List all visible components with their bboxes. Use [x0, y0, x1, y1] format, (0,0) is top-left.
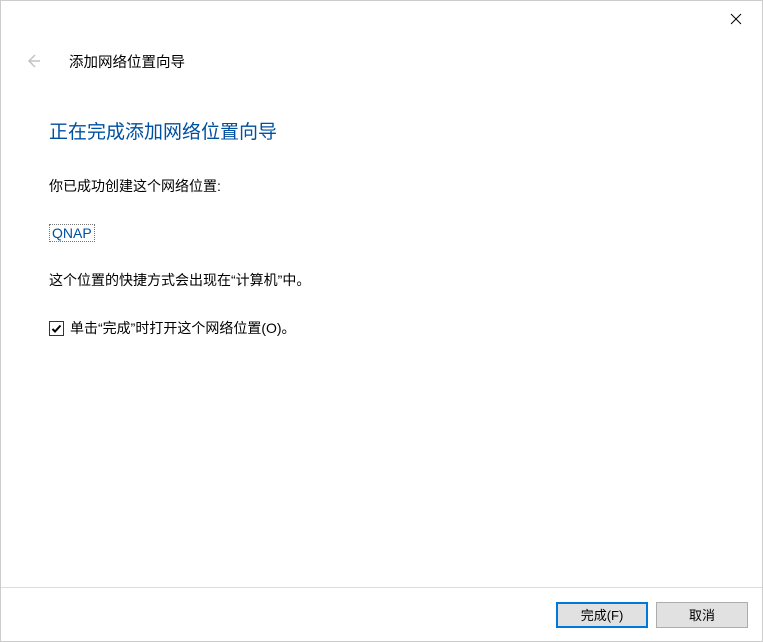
checkbox-label: 单击“完成”时打开这个网络位置(O)。 [70, 318, 296, 338]
open-on-finish-checkbox[interactable]: 单击“完成”时打开这个网络位置(O)。 [49, 318, 714, 338]
wizard-title: 添加网络位置向导 [69, 51, 185, 72]
close-button[interactable] [714, 5, 758, 33]
success-message: 你已成功创建这个网络位置: [49, 176, 714, 196]
header-row: 添加网络位置向导 [1, 33, 762, 77]
location-name-link[interactable]: QNAP [49, 224, 95, 242]
checkmark-icon [51, 323, 62, 334]
content-area: 正在完成添加网络位置向导 你已成功创建这个网络位置: QNAP 这个位置的快捷方… [1, 77, 762, 338]
checkbox-box [49, 321, 64, 336]
back-button [17, 45, 49, 77]
shortcut-info: 这个位置的快捷方式会出现在“计算机”中。 [49, 270, 714, 290]
footer-button-bar: 完成(F) 取消 [1, 587, 762, 641]
finish-button[interactable]: 完成(F) [556, 602, 648, 628]
back-arrow-icon [24, 52, 42, 70]
cancel-button[interactable]: 取消 [656, 602, 748, 628]
titlebar [1, 1, 762, 33]
close-icon [730, 13, 742, 25]
page-heading: 正在完成添加网络位置向导 [49, 117, 714, 144]
